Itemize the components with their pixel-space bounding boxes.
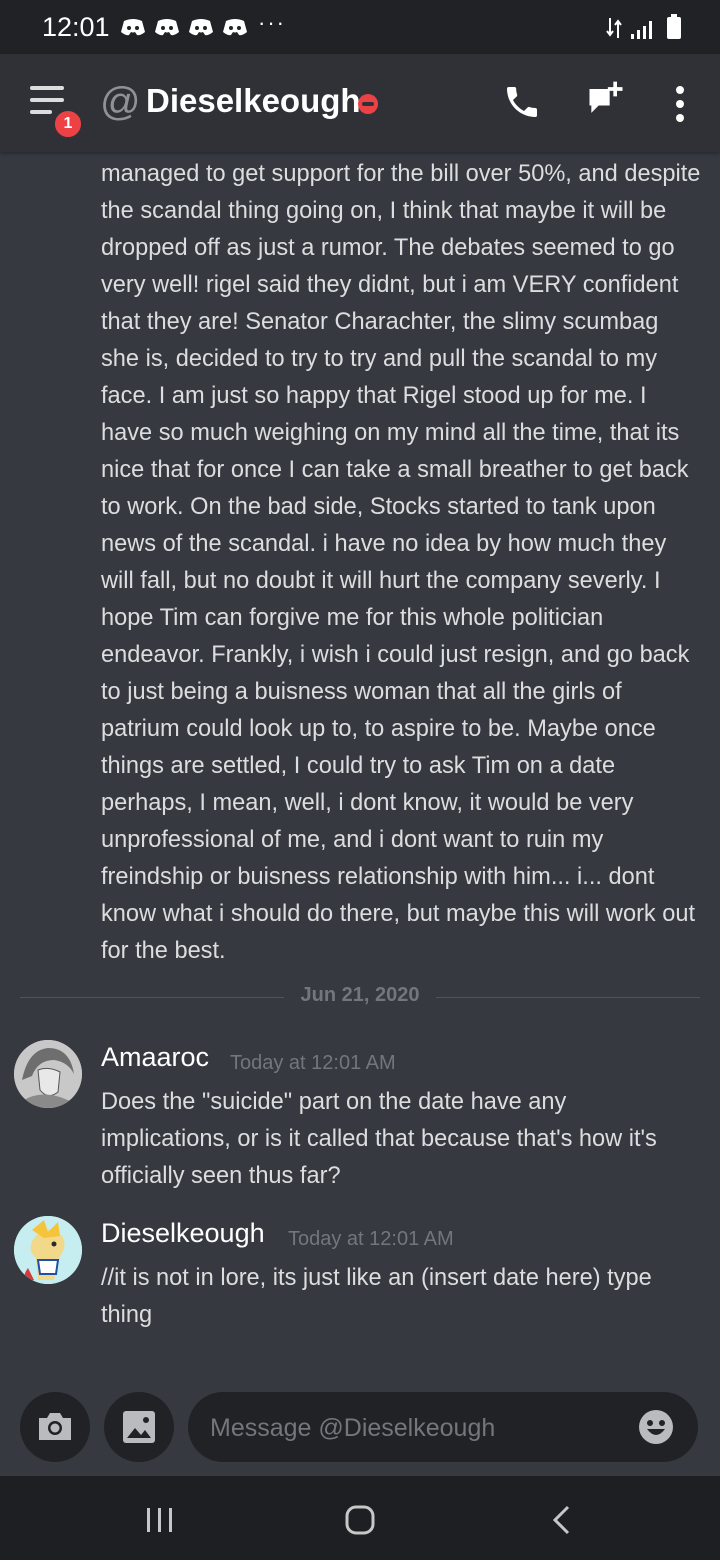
gallery-button[interactable] bbox=[104, 1392, 174, 1462]
date-divider-label: Jun 21, 2020 bbox=[288, 984, 432, 1006]
camera-icon bbox=[39, 1413, 71, 1440]
more-options-icon[interactable] bbox=[670, 84, 690, 124]
phone-call-icon[interactable] bbox=[502, 82, 542, 122]
discord-icon bbox=[155, 19, 179, 36]
signal-icon bbox=[631, 21, 652, 39]
at-icon: @ bbox=[100, 80, 141, 124]
status-bar: 12:01 ··· bbox=[0, 0, 720, 54]
recent-apps-icon[interactable] bbox=[140, 1500, 180, 1540]
home-icon[interactable] bbox=[340, 1500, 380, 1540]
message-input-container bbox=[188, 1392, 698, 1464]
image-icon bbox=[123, 1411, 155, 1443]
message-author[interactable]: Dieselkeough bbox=[101, 1218, 265, 1249]
message-text: Does the "suicide" part on the date have… bbox=[101, 1089, 657, 1189]
channel-header: 1 @ Dieselkeough bbox=[0, 54, 720, 152]
discord-icon bbox=[223, 19, 247, 36]
more-notifications-indicator: ··· bbox=[258, 10, 286, 35]
message-composer bbox=[0, 1378, 720, 1476]
notification-icons bbox=[120, 16, 248, 38]
discord-icon bbox=[121, 19, 145, 36]
system-navigation-bar bbox=[0, 1476, 720, 1560]
back-icon[interactable] bbox=[542, 1500, 582, 1540]
avatar-sketch-image bbox=[14, 1040, 82, 1108]
battery-icon bbox=[667, 14, 681, 39]
message-input[interactable] bbox=[208, 1392, 632, 1464]
status-time: 12:01 bbox=[42, 12, 110, 42]
avatar-pony-image bbox=[14, 1216, 82, 1284]
message-text: //it is not in lore, its just like an (i… bbox=[101, 1265, 652, 1328]
channel-title[interactable]: Dieselkeough bbox=[146, 82, 361, 120]
message-item: Amaaroc Today at 12:01 AM Does the "suic… bbox=[0, 1038, 720, 1208]
date-divider: Jun 21, 2020 bbox=[20, 984, 700, 1010]
camera-button[interactable] bbox=[20, 1392, 90, 1462]
message-text-continuation: managed to get support for the bill over… bbox=[101, 161, 701, 964]
system-indicators bbox=[606, 14, 682, 40]
message-item: Dieselkeough Today at 12:01 AM //it is n… bbox=[0, 1214, 720, 1344]
add-to-dm-icon[interactable] bbox=[584, 78, 628, 122]
message-author[interactable]: Amaaroc bbox=[101, 1042, 209, 1073]
dnd-status-icon bbox=[358, 94, 378, 114]
data-transfer-icon bbox=[606, 18, 622, 38]
message-timestamp: Today at 12:01 AM bbox=[288, 1228, 454, 1250]
avatar[interactable] bbox=[14, 1040, 82, 1108]
mention-badge: 1 bbox=[52, 108, 84, 140]
emoji-icon[interactable] bbox=[638, 1409, 674, 1445]
message-timestamp: Today at 12:01 AM bbox=[230, 1052, 396, 1074]
discord-icon bbox=[189, 19, 213, 36]
message-list[interactable]: managed to get support for the bill over… bbox=[0, 152, 720, 1378]
avatar[interactable] bbox=[14, 1216, 82, 1284]
